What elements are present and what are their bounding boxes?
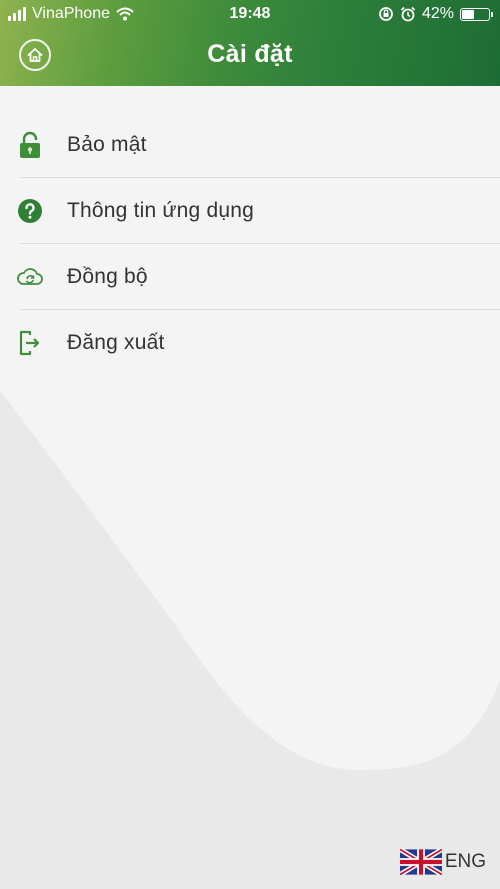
help-icon bbox=[16, 197, 44, 225]
menu-item-app-info[interactable]: Thông tin ứng dụng bbox=[0, 178, 500, 244]
menu-item-label: Thông tin ứng dụng bbox=[67, 199, 254, 222]
app-header: VinaPhone 19:48 42% Cài đặt bbox=[0, 0, 500, 86]
status-right: 42% bbox=[378, 5, 493, 23]
battery-percent: 42% bbox=[421, 5, 454, 22]
menu-item-label: Đồng bộ bbox=[67, 265, 148, 288]
battery-fill bbox=[462, 9, 474, 19]
rotation-lock-icon bbox=[379, 7, 393, 21]
nav-bar: Cài đặt bbox=[0, 28, 500, 86]
page-title: Cài đặt bbox=[207, 40, 293, 68]
menu-item-logout[interactable]: Đăng xuất bbox=[0, 310, 500, 376]
cloud-sync-icon bbox=[16, 263, 44, 291]
logout-icon bbox=[16, 329, 44, 357]
lock-icon bbox=[16, 131, 44, 159]
alarm-icon bbox=[400, 6, 416, 22]
uk-flag-icon bbox=[399, 849, 442, 875]
menu-item-label: Bảo mật bbox=[67, 133, 147, 156]
language-selector[interactable]: ENG bbox=[399, 849, 486, 875]
menu-item-label: Đăng xuất bbox=[67, 331, 165, 354]
status-bar: VinaPhone 19:48 42% bbox=[0, 0, 500, 28]
menu-item-sync[interactable]: Đồng bộ bbox=[0, 244, 500, 310]
menu-item-security[interactable]: Bảo mật bbox=[0, 112, 500, 178]
language-label: ENG bbox=[444, 851, 486, 872]
settings-menu: Bảo mật Thông tin ứng dụng Đồng bộ Đăng … bbox=[0, 112, 500, 376]
battery-icon bbox=[460, 7, 493, 21]
